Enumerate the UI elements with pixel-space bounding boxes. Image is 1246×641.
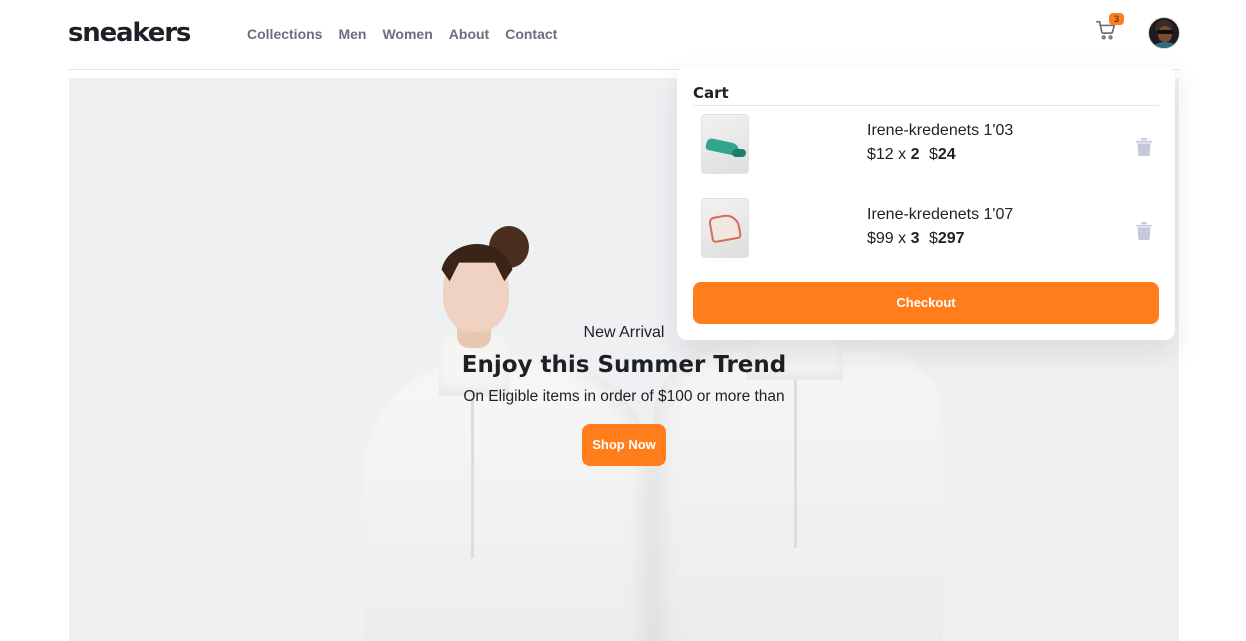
cart-dropdown: Cart Irene-kredenets 1'03 $12 x 2 $24 Ir… [677, 66, 1175, 340]
site-header: sneakers Collections Men Women About Con… [68, 0, 1180, 70]
trash-icon[interactable] [1136, 138, 1152, 156]
cart-item-price: $12 x 2 $24 [867, 146, 956, 164]
avatar-glasses [1157, 30, 1173, 34]
nav-link-collections[interactable]: Collections [247, 26, 322, 42]
cart-item-quantity: 3 [910, 230, 920, 247]
cart-item-total: 24 [937, 146, 956, 163]
nav-link-men[interactable]: Men [338, 26, 366, 42]
cart-button[interactable]: 3 [1095, 13, 1124, 43]
main-nav: Collections Men Women About Contact [247, 26, 557, 42]
cart-item-unit-price: $12 x [867, 146, 907, 163]
cart-item-total-prefix: $ [928, 146, 938, 163]
trash-icon[interactable] [1136, 222, 1152, 240]
cart-title: Cart [693, 84, 729, 102]
cart-count-badge: 3 [1109, 13, 1124, 25]
nav-link-women[interactable]: Women [382, 26, 432, 42]
nav-link-contact[interactable]: Contact [505, 26, 557, 42]
cart-item-thumbnail[interactable] [701, 198, 749, 258]
cart-item: Irene-kredenets 1'07 $99 x 3 $297 [701, 198, 1159, 260]
model-man-shirt [653, 342, 943, 641]
avatar-shirt [1153, 42, 1177, 48]
hero-title: Enjoy this Summer Trend [461, 352, 787, 378]
cart-divider [693, 105, 1159, 106]
cart-item-unit-price: $99 x [867, 230, 907, 247]
cart-item-total: 297 [937, 230, 965, 247]
cart-item-total-prefix: $ [928, 230, 938, 247]
model-woman-placket [471, 398, 474, 558]
cart-item-name: Irene-kredenets 1'03 [867, 122, 1014, 139]
shop-now-button[interactable]: Shop Now [582, 424, 666, 466]
brand-logo[interactable]: sneakers [68, 17, 191, 49]
cart-item: Irene-kredenets 1'03 $12 x 2 $24 [701, 114, 1159, 176]
avatar-face [1158, 26, 1172, 42]
nav-link-about[interactable]: About [449, 26, 489, 42]
hero-description: On Eligible items in order of $100 or mo… [463, 388, 785, 405]
checkout-button[interactable]: Checkout [693, 282, 1159, 324]
sneaker-image-detail [732, 149, 746, 157]
user-avatar[interactable] [1148, 17, 1180, 49]
cart-item-name: Irene-kredenets 1'07 [867, 206, 1014, 223]
cart-item-thumbnail[interactable] [701, 114, 749, 174]
cart-item-price: $99 x 3 $297 [867, 230, 965, 248]
cart-item-quantity: 2 [910, 146, 920, 163]
sneaker-image [707, 212, 743, 244]
